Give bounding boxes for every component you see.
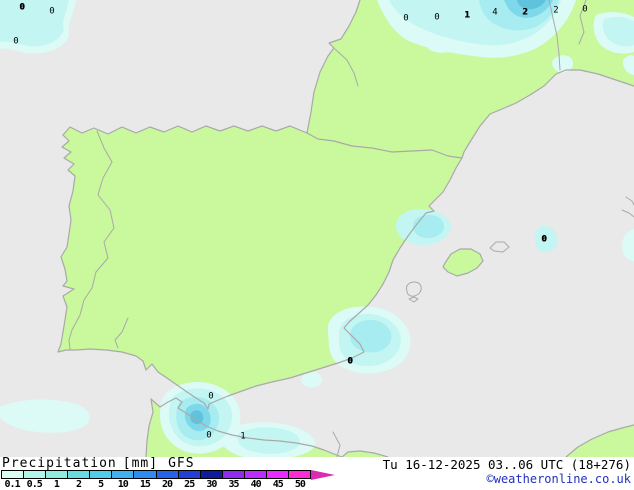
legend-tick-label: 0.1: [4, 479, 21, 490]
legend-tick-label: 25: [184, 479, 195, 490]
legend-scale-segment-20: [156, 471, 179, 478]
legend-title: Precipitation [mm] GFS: [2, 456, 195, 471]
legend-tick-label: 15: [139, 479, 151, 490]
copyright-link[interactable]: ©weatheronline.co.uk: [487, 472, 632, 486]
legend-scale-segment-50: [289, 471, 311, 478]
forecast-datetime: Tu 16-12-2025 03..06 UTC (18+276): [382, 457, 631, 472]
legend-tick-label: 30: [206, 479, 217, 490]
legend-tick-label: 35: [228, 479, 239, 490]
legend-tick-label: 45: [272, 479, 284, 490]
legend-scale-segment-5: [90, 471, 113, 478]
precip-patch: [350, 320, 392, 353]
precip-patch: [413, 215, 444, 238]
legend-title-model: GFS: [168, 456, 195, 471]
legend-scale-segment-0.5: [24, 471, 47, 478]
legend-scale-segment-1: [46, 471, 69, 478]
legend-tick-label: 40: [250, 479, 262, 490]
legend-tick-label: 1: [53, 479, 60, 490]
legend-colorbar: [1, 470, 311, 479]
precip-patch: [426, 36, 455, 53]
legend-scale-segment-0.1: [2, 471, 25, 478]
legend-tick-label: 10: [117, 479, 129, 490]
legend-tick-label: 5: [98, 479, 104, 490]
legend-tick-label: 0.5: [26, 479, 43, 490]
legend-tick-label: 2: [75, 479, 82, 490]
precipitation-map: 000001422000001: [0, 0, 634, 457]
legend-area: Precipitation [mm] GFS 0.1 0.5 1 2 5 10 15 20 25 30…: [0, 456, 634, 490]
legend-title-name: Precipitation: [2, 456, 117, 471]
legend-scale-segment-35: [222, 471, 245, 478]
legend-scale-segment-30: [200, 471, 223, 478]
legend-scale-segment-10: [112, 471, 135, 478]
legend-title-unit: [mm]: [122, 456, 159, 471]
weather-map-screen: 000001422000001 Precipitation [mm] GFS 0.1…: [0, 0, 634, 490]
legend-scale-segment-2: [68, 471, 91, 478]
legend-scale-segment-45: [266, 471, 290, 478]
map-canvas: [0, 0, 634, 457]
legend-arrow-icon: [311, 470, 335, 480]
legend-scale-segment-15: [134, 471, 157, 478]
legend-tick-label: 50: [294, 479, 306, 490]
legend-scale-segment-25: [178, 471, 201, 478]
legend-scale-segment-40: [244, 471, 267, 478]
legend-tick-labels: 0.1 0.5 1 2 5 10 15 20 25 30 35 40 45 50: [1, 479, 311, 490]
legend-tick-label: 20: [162, 479, 173, 490]
